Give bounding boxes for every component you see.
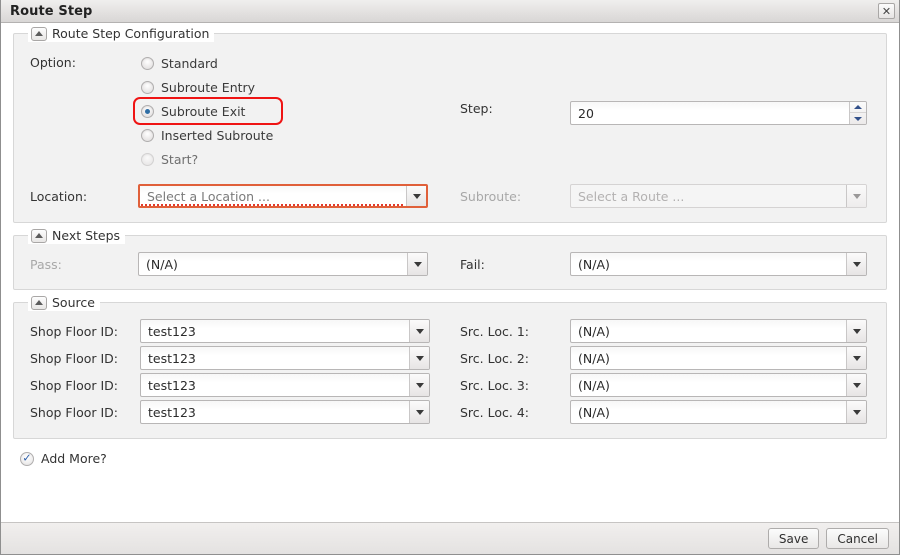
src-loc-label: Src. Loc. 3: bbox=[460, 377, 529, 393]
dialog-footer: Save Cancel bbox=[1, 522, 899, 554]
src-loc-value: (N/A) bbox=[578, 350, 610, 366]
src-loc-label: Src. Loc. 1: bbox=[460, 323, 529, 339]
src-loc-value: (N/A) bbox=[578, 323, 610, 339]
shop-floor-id-label: Shop Floor ID: bbox=[30, 350, 119, 366]
shop-floor-id-label: Shop Floor ID: bbox=[30, 404, 119, 420]
add-more-label: Add More? bbox=[41, 451, 107, 466]
chevron-down-icon[interactable] bbox=[846, 253, 866, 275]
src-loc-label: Src. Loc. 4: bbox=[460, 404, 529, 420]
save-button[interactable]: Save bbox=[767, 528, 820, 549]
shop-floor-id-value: test123 bbox=[148, 323, 196, 339]
pass-select-value: (N/A) bbox=[146, 256, 178, 272]
src-loc-select[interactable]: (N/A) bbox=[570, 319, 867, 343]
close-icon[interactable]: ✕ bbox=[878, 3, 895, 19]
location-select-value: Select a Location ... bbox=[147, 188, 270, 204]
route-step-configuration-panel: Route Step Configuration Option: Standar… bbox=[13, 25, 887, 223]
chevron-down-icon[interactable] bbox=[407, 253, 427, 275]
shop-floor-id-select[interactable]: test123 bbox=[140, 319, 430, 343]
source-row: Shop Floor ID: test123 Src. Loc. 1: (N/A… bbox=[30, 319, 870, 343]
shop-floor-id-select[interactable]: test123 bbox=[140, 346, 430, 370]
subroute-select[interactable]: Select a Route ... bbox=[570, 184, 867, 208]
step-label: Step: bbox=[460, 101, 493, 116]
radio-option-inserted-subroute[interactable]: Inserted Subroute bbox=[138, 123, 276, 147]
chevron-down-icon[interactable] bbox=[406, 186, 426, 206]
source-row: Shop Floor ID: test123 Src. Loc. 3: (N/A… bbox=[30, 373, 870, 397]
option-label: Option: bbox=[30, 55, 76, 70]
config-panel-legend: Route Step Configuration bbox=[28, 25, 215, 42]
chevron-down-icon[interactable] bbox=[409, 320, 429, 342]
fail-select-value: (N/A) bbox=[578, 256, 610, 272]
shop-floor-id-select[interactable]: test123 bbox=[140, 400, 430, 424]
shop-floor-id-label: Shop Floor ID: bbox=[30, 377, 119, 393]
chevron-down-icon[interactable] bbox=[409, 401, 429, 423]
validation-underline bbox=[141, 204, 405, 206]
spinner-down-icon[interactable] bbox=[850, 113, 866, 124]
source-panel-title: Source bbox=[52, 295, 95, 310]
shop-floor-id-value: test123 bbox=[148, 350, 196, 366]
radio-option-start[interactable]: Start? bbox=[138, 147, 276, 171]
chevron-down-icon[interactable] bbox=[846, 320, 866, 342]
checkbox-checked-icon[interactable]: ✓ bbox=[20, 451, 34, 466]
radio-option-subroute-exit[interactable]: Subroute Exit bbox=[133, 97, 284, 125]
src-loc-label: Src. Loc. 2: bbox=[460, 350, 529, 366]
radio-option-label: Inserted Subroute bbox=[161, 127, 274, 143]
next-steps-panel-legend: Next Steps bbox=[28, 227, 126, 244]
chevron-down-icon[interactable] bbox=[846, 185, 866, 207]
fail-select[interactable]: (N/A) bbox=[570, 252, 867, 276]
collapse-triangle-icon[interactable] bbox=[31, 26, 47, 41]
config-panel-title: Route Step Configuration bbox=[52, 26, 210, 41]
source-row: Shop Floor ID: test123 Src. Loc. 2: (N/A… bbox=[30, 346, 870, 370]
radio-option-label: Subroute Entry bbox=[161, 79, 256, 95]
radio-icon[interactable] bbox=[141, 104, 154, 118]
location-select[interactable]: Select a Location ... bbox=[138, 184, 428, 208]
check-glyph: ✓ bbox=[22, 451, 32, 465]
shop-floor-id-value: test123 bbox=[148, 377, 196, 393]
shop-floor-id-value: test123 bbox=[148, 404, 196, 420]
next-steps-panel-title: Next Steps bbox=[52, 228, 121, 243]
radio-icon[interactable] bbox=[141, 80, 154, 94]
dialog-titlebar: Route Step ✕ bbox=[1, 0, 899, 23]
pass-label: Pass: bbox=[30, 256, 62, 272]
src-loc-value: (N/A) bbox=[578, 404, 610, 420]
spinner-up-icon[interactable] bbox=[850, 102, 866, 113]
collapse-triangle-icon[interactable] bbox=[31, 228, 47, 243]
step-spinner[interactable] bbox=[849, 102, 866, 124]
chevron-down-icon[interactable] bbox=[846, 347, 866, 369]
dialog-body: Route Step Configuration Option: Standar… bbox=[1, 23, 899, 522]
location-label: Location: bbox=[30, 188, 88, 204]
chevron-down-icon[interactable] bbox=[409, 347, 429, 369]
shop-floor-id-select[interactable]: test123 bbox=[140, 373, 430, 397]
step-input-value: 20 bbox=[578, 105, 594, 121]
chevron-down-icon[interactable] bbox=[846, 401, 866, 423]
fail-label: Fail: bbox=[460, 256, 485, 272]
pass-select[interactable]: (N/A) bbox=[138, 252, 428, 276]
source-panel-legend: Source bbox=[28, 294, 100, 311]
chevron-down-icon[interactable] bbox=[409, 374, 429, 396]
step-input[interactable]: 20 bbox=[570, 101, 867, 125]
src-loc-value: (N/A) bbox=[578, 377, 610, 393]
radio-option-subroute-entry[interactable]: Subroute Entry bbox=[138, 75, 276, 99]
src-loc-select[interactable]: (N/A) bbox=[570, 400, 867, 424]
dialog-title: Route Step bbox=[10, 3, 93, 19]
source-row: Shop Floor ID: test123 Src. Loc. 4: (N/A… bbox=[30, 400, 870, 424]
radio-option-label: Subroute Exit bbox=[161, 103, 246, 119]
radio-option-label: Start? bbox=[161, 151, 199, 167]
subroute-label: Subroute: bbox=[460, 188, 522, 204]
radio-option-standard[interactable]: Standard bbox=[138, 51, 276, 75]
radio-icon[interactable] bbox=[141, 152, 154, 166]
radio-option-label: Standard bbox=[161, 55, 218, 71]
src-loc-select[interactable]: (N/A) bbox=[570, 373, 867, 397]
next-steps-panel: Next Steps Pass: (N/A) Fail: (N/A) bbox=[13, 227, 887, 290]
add-more-checkbox-row[interactable]: ✓ Add More? bbox=[20, 451, 887, 466]
source-panel: Source Shop Floor ID: test123 Src. Loc. … bbox=[13, 294, 887, 439]
collapse-triangle-icon[interactable] bbox=[31, 295, 47, 310]
route-step-dialog: Route Step ✕ Route Step Configuration Op… bbox=[0, 0, 900, 555]
shop-floor-id-label: Shop Floor ID: bbox=[30, 323, 119, 339]
radio-icon[interactable] bbox=[141, 128, 154, 142]
cancel-button[interactable]: Cancel bbox=[826, 528, 889, 549]
chevron-down-icon[interactable] bbox=[846, 374, 866, 396]
src-loc-select[interactable]: (N/A) bbox=[570, 346, 867, 370]
radio-icon[interactable] bbox=[141, 56, 154, 70]
subroute-select-value: Select a Route ... bbox=[578, 188, 685, 204]
